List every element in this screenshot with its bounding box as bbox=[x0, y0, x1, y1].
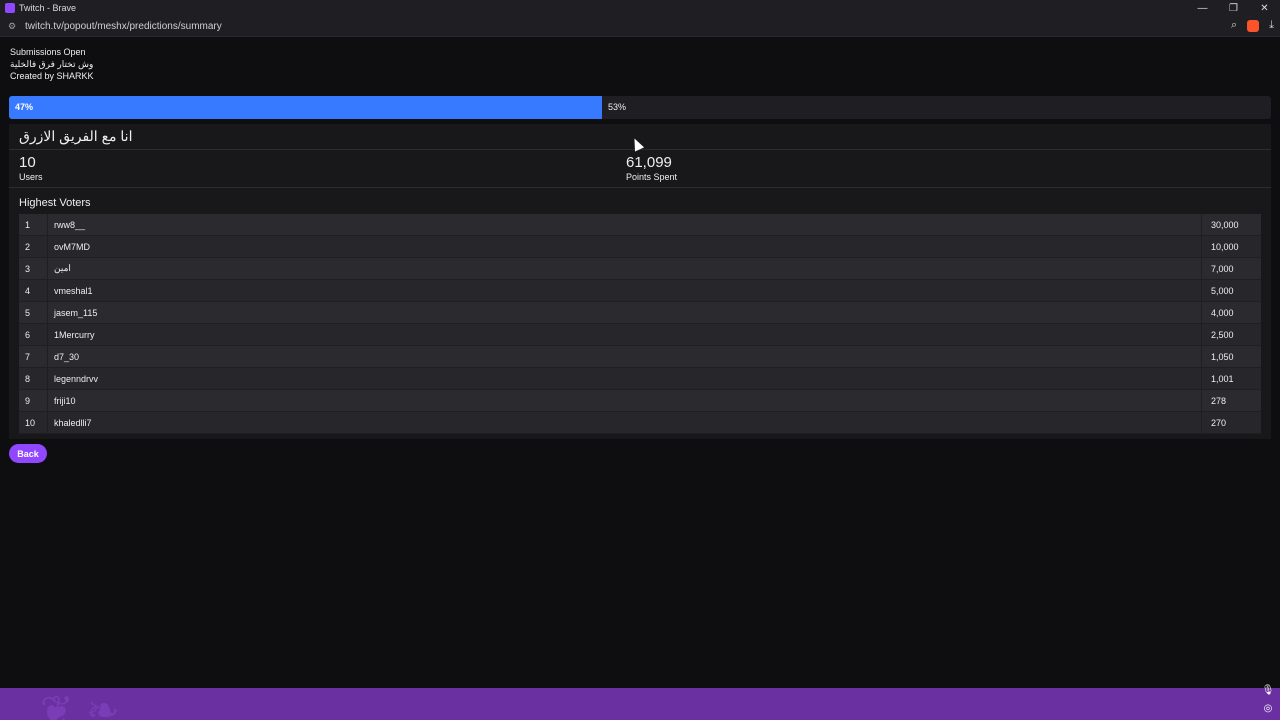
address-bar[interactable]: ⚙ twitch.tv/popout/meshx/predictions/sum… bbox=[0, 16, 1280, 37]
voter-points: 10,000 bbox=[1201, 236, 1261, 257]
voter-points: 5,000 bbox=[1201, 280, 1261, 301]
voter-rank: 10 bbox=[19, 412, 48, 433]
users-stat: 10 Users bbox=[19, 154, 43, 182]
voter-points: 1,001 bbox=[1201, 368, 1261, 389]
progress-fill-blue bbox=[9, 96, 602, 119]
voter-points: 1,050 bbox=[1201, 346, 1261, 367]
voter-rank: 4 bbox=[19, 280, 48, 301]
voter-name: friji10 bbox=[54, 395, 76, 406]
left-percent-label: 47% bbox=[15, 102, 34, 112]
restore-button[interactable]: ❐ bbox=[1218, 0, 1249, 16]
voter-name: khaledlli7 bbox=[54, 417, 92, 428]
voter-rank: 5 bbox=[19, 302, 48, 323]
twitch-app-icon bbox=[5, 3, 15, 13]
table-row: 1 rww8__ 30,000 bbox=[19, 214, 1261, 236]
points-value: 61,099 bbox=[626, 154, 672, 171]
voter-name: 1Mercurry bbox=[54, 329, 95, 340]
voter-points: 30,000 bbox=[1201, 214, 1261, 235]
outcome-panel: انا مع الفريق الازرق 10 Users 61,099 Poi… bbox=[9, 124, 1271, 439]
voter-rank: 6 bbox=[19, 324, 48, 345]
table-row: 9 friji10 278 bbox=[19, 390, 1261, 412]
voters-table: 1 rww8__ 30,000 2 ovM7MD 10,000 3 امين 7,000 4… bbox=[19, 214, 1261, 434]
voter-points: 2,500 bbox=[1201, 324, 1261, 345]
download-icon[interactable]: ⤓ bbox=[1269, 19, 1274, 32]
voter-name: d7_30 bbox=[54, 351, 80, 362]
microphone-icon[interactable]: 🎙 bbox=[1262, 684, 1275, 696]
address-bar-actions: ⌕ ⤓ bbox=[1231, 19, 1274, 32]
site-settings-icon[interactable]: ⚙ bbox=[7, 21, 17, 31]
voter-name: امين bbox=[54, 263, 71, 273]
voter-name: vmeshal1 bbox=[54, 285, 93, 296]
prediction-info: Submissions Open وش تختار فرق فالخلية Cr… bbox=[10, 46, 94, 82]
voter-rank: 9 bbox=[19, 390, 48, 411]
prediction-question: وش تختار فرق فالخلية bbox=[10, 59, 94, 69]
table-row: 5 jasem_115 4,000 bbox=[19, 302, 1261, 324]
outcome-title: انا مع الفريق الازرق bbox=[19, 128, 133, 144]
voter-points: 7,000 bbox=[1201, 258, 1261, 279]
voter-points: 270 bbox=[1201, 412, 1261, 433]
voter-points: 278 bbox=[1201, 390, 1261, 411]
users-value: 10 bbox=[19, 154, 36, 171]
side-icons: 🎙 ◎ bbox=[1262, 684, 1275, 714]
voter-rank: 1 bbox=[19, 214, 48, 235]
voter-points: 4,000 bbox=[1201, 302, 1261, 323]
divider bbox=[9, 187, 1271, 188]
table-row: 2 ovM7MD 10,000 bbox=[19, 236, 1261, 258]
window-title: Twitch - Brave bbox=[19, 3, 77, 13]
voter-rank: 8 bbox=[19, 368, 48, 389]
settings-icon[interactable]: ◎ bbox=[1262, 702, 1274, 714]
window-controls: — ❐ ✕ bbox=[1187, 0, 1280, 16]
points-stat: 61,099 Points Spent bbox=[626, 154, 677, 182]
prediction-progress-bar: 47% 53% bbox=[9, 96, 1271, 119]
voter-rank: 7 bbox=[19, 346, 48, 367]
bottom-banner: ❦ ❧ bbox=[0, 688, 1280, 720]
table-row: 4 vmeshal1 5,000 bbox=[19, 280, 1261, 302]
decorative-graphic: ❦ ❧ bbox=[40, 688, 120, 720]
url-text[interactable]: twitch.tv/popout/meshx/predictions/summa… bbox=[25, 21, 222, 32]
voter-name: jasem_115 bbox=[54, 307, 98, 318]
right-percent-label: 53% bbox=[608, 102, 627, 112]
voter-name: rww8__ bbox=[54, 219, 86, 230]
highest-voters-title: Highest Voters bbox=[19, 197, 91, 209]
table-row: 6 1Mercurry 2,500 bbox=[19, 324, 1261, 346]
voter-name: ovM7MD bbox=[54, 241, 91, 252]
points-label: Points Spent bbox=[626, 172, 678, 182]
back-button[interactable]: Back bbox=[9, 444, 47, 463]
users-label: Users bbox=[19, 172, 43, 182]
voter-rank: 2 bbox=[19, 236, 48, 257]
table-row: 10 khaledlli7 270 bbox=[19, 412, 1261, 434]
minimize-button[interactable]: — bbox=[1187, 0, 1218, 16]
prediction-creator: Created by SHARKK bbox=[10, 71, 94, 81]
voter-name: legenndrvv bbox=[54, 373, 99, 384]
search-icon[interactable]: ⌕ bbox=[1231, 19, 1237, 32]
voter-rank: 3 bbox=[19, 258, 48, 279]
table-row: 3 امين 7,000 bbox=[19, 258, 1261, 280]
window-titlebar: Twitch - Brave — ❐ ✕ bbox=[0, 0, 1280, 16]
brave-shield-icon[interactable] bbox=[1247, 19, 1260, 32]
prediction-status: Submissions Open bbox=[10, 47, 86, 57]
table-row: 8 legenndrvv 1,001 bbox=[19, 368, 1261, 390]
table-row: 7 d7_30 1,050 bbox=[19, 346, 1261, 368]
close-button[interactable]: ✕ bbox=[1249, 0, 1280, 16]
